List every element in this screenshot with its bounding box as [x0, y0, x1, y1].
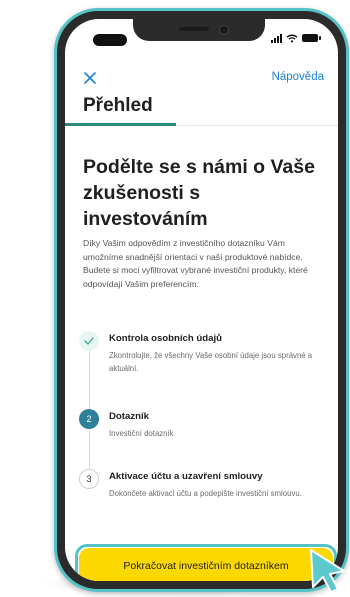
status-icons: [271, 33, 321, 43]
step-1-title: Kontrola osobních údajů: [109, 333, 222, 344]
top-navigation: Nápověda: [83, 69, 324, 91]
step-1-check-icon: [79, 331, 99, 351]
notch: [133, 19, 265, 41]
step-2-title: Dotazník: [109, 411, 149, 422]
camera: [219, 25, 229, 35]
battery-icon: [302, 34, 321, 42]
status-time-indicator: [93, 34, 127, 46]
section-heading: Podělte se s námi o Vaše zkušenosti s in…: [83, 156, 315, 230]
signal-icon: [271, 33, 282, 43]
status-bar: [65, 19, 338, 59]
step-2-description: Investiční dotazník: [109, 429, 174, 438]
intro-text: Díky Vašim odpovědím z investičního dota…: [83, 238, 308, 289]
phone-frame: Nápověda Přehled Podělte se s námi o Vaš…: [54, 8, 349, 592]
continue-questionnaire-button[interactable]: Pokračovat investičním dotazníkem: [79, 548, 333, 581]
step-2-number: 2: [79, 409, 99, 429]
help-link[interactable]: Nápověda: [272, 71, 324, 83]
pointer-cursor-icon: [310, 549, 345, 593]
step-1-description: Zkontrolujte, že všechny Vaše osobní úda…: [109, 351, 313, 373]
step-connector: [89, 351, 90, 409]
phone-screen: Nápověda Přehled Podělte se s námi o Vaš…: [65, 19, 338, 581]
check-icon: [84, 337, 94, 345]
step-3-title: Aktivace účtu a uzavření smlouvy: [109, 471, 263, 482]
close-icon[interactable]: [83, 71, 97, 85]
step-3-description: Dokončete aktivaci účtu a podepište inve…: [109, 489, 302, 498]
page-title: Přehled: [83, 95, 153, 116]
step-3-number: 3: [79, 469, 99, 489]
step-connector: [89, 429, 90, 469]
speaker: [179, 27, 209, 31]
active-tab-indicator: [65, 123, 176, 126]
wifi-icon: [286, 34, 298, 42]
